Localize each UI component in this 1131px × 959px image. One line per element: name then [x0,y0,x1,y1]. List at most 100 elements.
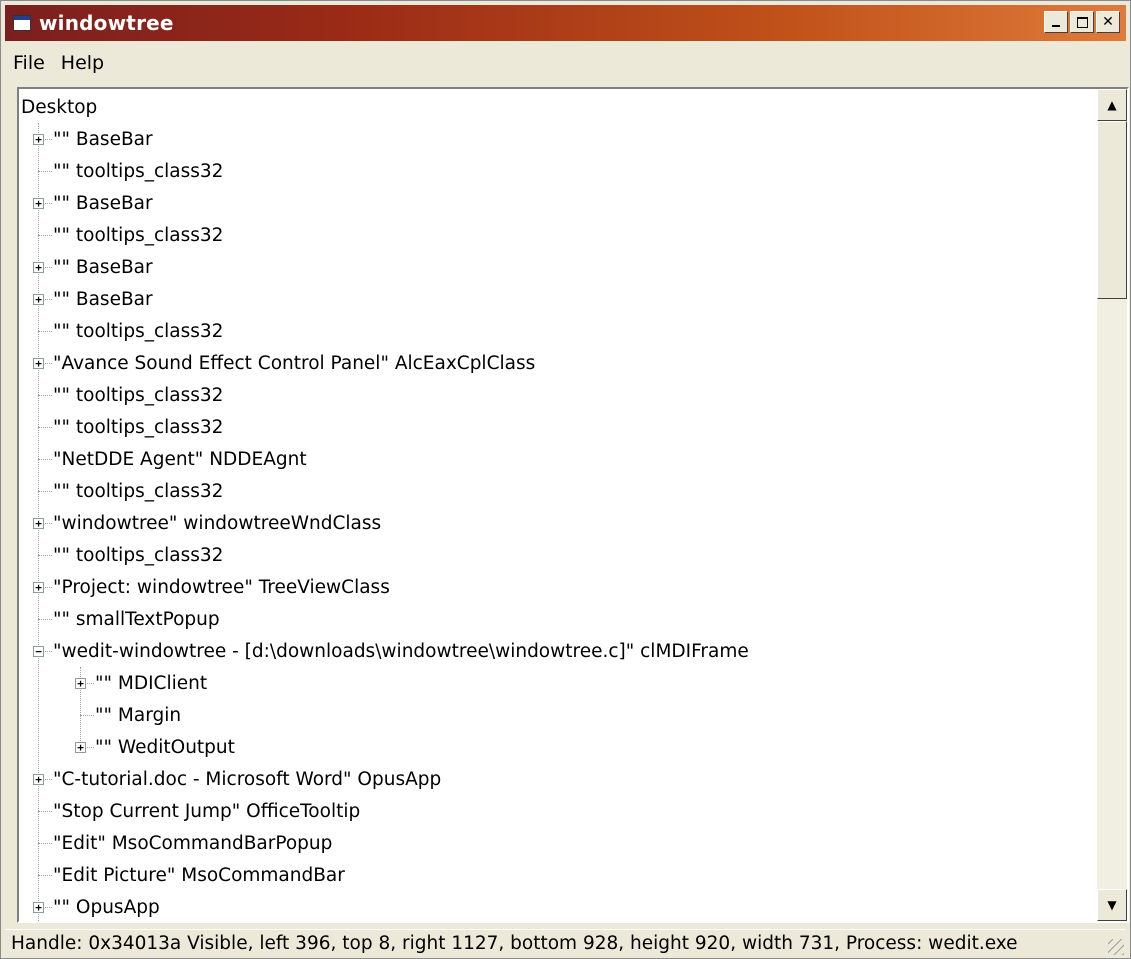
scroll-down-button[interactable]: ▼ [1097,889,1127,921]
tree-connector-line [38,395,52,396]
tree-node-label: "" tooltips_class32 [53,416,224,438]
tree-node-label: "Stop Current Jump" OfficeTooltip [53,800,361,822]
expand-icon[interactable]: + [33,902,44,913]
maximize-button[interactable] [1070,11,1094,33]
tree-root-desktop[interactable]: Desktop [21,91,97,123]
maximize-icon [1076,16,1088,28]
tree-node-label: "" tooltips_class32 [53,480,224,502]
tree-node-label: "Project: windowtree" TreeViewClass [53,576,390,598]
tree-node-label: "" tooltips_class32 [53,160,224,182]
title-bar[interactable]: windowtree ✕ [5,5,1126,41]
tree-node[interactable]: "" tooltips_class32 [53,155,223,187]
tree-node[interactable]: "" tooltips_class32 [53,379,223,411]
tree-connector-line [80,715,94,716]
tree-node[interactable]: "" tooltips_class32 [53,315,223,347]
tree-connector-line [38,491,52,492]
tree-node-label: "wedit-windowtree - [d:\downloads\window… [53,640,749,662]
window-title: windowtree [39,11,174,35]
expand-icon[interactable]: + [33,198,44,209]
tree-node[interactable]: "Edit Picture" MsoCommandBar [53,859,345,891]
tree-node-label: "NetDDE Agent" NDDEAgnt [53,448,307,470]
tree-node[interactable]: "" BaseBar [53,123,153,155]
app-window-icon[interactable] [13,15,31,31]
collapse-icon[interactable]: − [33,646,44,657]
tree-node-label: "C-tutorial.doc - Microsoft Word" OpusAp… [53,768,442,790]
tree-node-label: "" Margin [95,704,182,726]
tree-connector-line [38,171,52,172]
app-window: windowtree ✕ File Help Desktop + "" BaseB… [0,0,1131,959]
scroll-down-arrow-icon: ▼ [1107,898,1117,912]
tree-node[interactable]: "Stop Current Jump" OfficeTooltip [53,795,360,827]
tree-node-label: "" MDIClient [95,672,208,694]
tree-node-label: "" BaseBar [53,256,153,278]
tree-node[interactable]: "" OpusApp [53,891,160,921]
tree-node[interactable]: "" BaseBar [53,187,153,219]
expand-icon[interactable]: + [75,678,86,689]
scroll-up-button[interactable]: ▲ [1097,89,1127,121]
tree-node-label: "" tooltips_class32 [53,544,224,566]
tree-node[interactable]: "" Margin [95,699,181,731]
expand-icon[interactable]: + [33,262,44,273]
tree-node[interactable]: "NetDDE Agent" NDDEAgnt [53,443,307,475]
tree-node-label: "" tooltips_class32 [53,224,224,246]
expand-icon[interactable]: + [33,134,44,145]
tree-connector-line [38,875,52,876]
tree-node[interactable]: "" MDIClient [95,667,207,699]
minimize-icon [1052,25,1060,27]
resize-grip-icon[interactable] [1108,939,1124,955]
status-bar: Handle: 0x34013a Visible, left 396, top … [5,929,1126,957]
tree-node[interactable]: "" tooltips_class32 [53,539,223,571]
tree-node[interactable]: "" tooltips_class32 [53,219,223,251]
tree-node[interactable]: "windowtree" windowtreeWndClass [53,507,381,539]
tree-connector-line [38,235,52,236]
tree-node[interactable]: "" tooltips_class32 [53,475,223,507]
expand-icon[interactable]: + [75,742,86,753]
menu-help[interactable]: Help [53,52,112,74]
tree-connector-line [38,427,52,428]
tree-node-label: "" smallTextPopup [53,608,220,630]
tree-node[interactable]: "wedit-windowtree - [d:\downloads\window… [53,635,749,667]
tree-node-label: "" BaseBar [53,288,153,310]
menu-file[interactable]: File [5,52,53,74]
expand-icon[interactable]: + [33,518,44,529]
scroll-thumb[interactable] [1097,121,1127,299]
tree-node[interactable]: "C-tutorial.doc - Microsoft Word" OpusAp… [53,763,441,795]
tree-node-label: "Edit" MsoCommandBarPopup [53,832,333,854]
tree-node[interactable]: "" WeditOutput [95,731,235,763]
expand-icon[interactable]: + [33,582,44,593]
tree-node-label: "" BaseBar [53,192,153,214]
close-icon: ✕ [1102,14,1114,30]
tree-node[interactable]: "" BaseBar [53,251,153,283]
tree-node-label: "windowtree" windowtreeWndClass [53,512,382,534]
tree-connector-line [38,811,52,812]
vertical-scrollbar[interactable]: ▲ ▼ [1097,89,1127,921]
tree-node[interactable]: "" BaseBar [53,283,153,315]
window-tree-view[interactable]: Desktop + "" BaseBar "" tooltips_class32 + "… [17,87,1129,923]
tree-node-label: "Avance Sound Effect Control Panel" AlcE… [53,352,536,374]
status-text: Handle: 0x34013a Visible, left 396, top … [11,933,1018,954]
menu-bar: File Help [5,47,112,79]
expand-icon[interactable]: + [33,358,44,369]
tree-connector-line [38,619,52,620]
tree-content: Desktop + "" BaseBar "" tooltips_class32 + "… [19,89,1095,921]
tree-connector-line [38,331,52,332]
tree-connector-line [38,843,52,844]
tree-node-label: "" WeditOutput [95,736,235,758]
tree-node[interactable]: "Project: windowtree" TreeViewClass [53,571,390,603]
tree-node-label: "" OpusApp [53,896,160,918]
minimize-button[interactable] [1044,11,1068,33]
close-button[interactable]: ✕ [1096,11,1120,33]
tree-connector-line [38,459,52,460]
tree-node[interactable]: "" tooltips_class32 [53,411,223,443]
tree-node[interactable]: "" smallTextPopup [53,603,220,635]
tree-node[interactable]: "Avance Sound Effect Control Panel" AlcE… [53,347,535,379]
tree-node[interactable]: "Edit" MsoCommandBarPopup [53,827,332,859]
expand-icon[interactable]: + [33,294,44,305]
window-controls: ✕ [1044,11,1120,33]
scroll-up-arrow-icon: ▲ [1107,98,1117,112]
tree-node-label: "" BaseBar [53,128,153,150]
tree-connector-line [38,555,52,556]
tree-node-label: "" tooltips_class32 [53,384,224,406]
expand-icon[interactable]: + [33,774,44,785]
tree-node-label: "Edit Picture" MsoCommandBar [53,864,345,886]
